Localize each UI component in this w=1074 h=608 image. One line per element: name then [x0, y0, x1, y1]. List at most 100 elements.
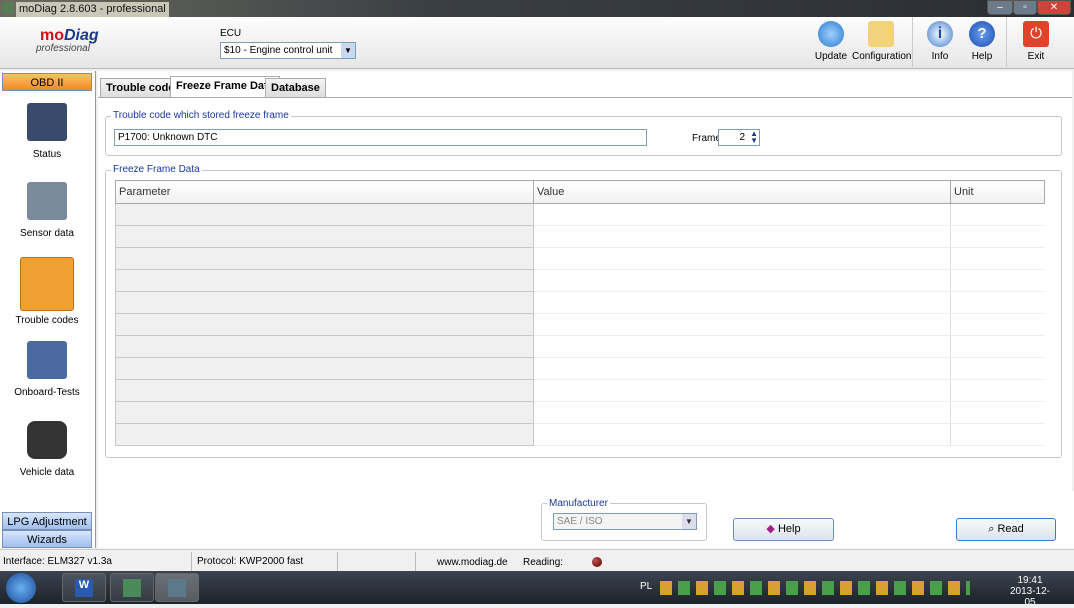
- frame-stepper[interactable]: 2 ▲ ▼: [718, 129, 760, 146]
- header: moDiag professional ECU $10 - Engine con…: [0, 17, 1074, 69]
- ecu-select[interactable]: $10 - Engine control unit ▼: [220, 42, 356, 59]
- table-row[interactable]: [115, 313, 1045, 336]
- trouble-code-field[interactable]: P1700: Unknown DTC: [114, 129, 647, 146]
- unit-cell: [950, 357, 1045, 380]
- info-icon: i: [927, 21, 953, 47]
- status-protocol: Protocol: KWP2000 fast: [194, 552, 338, 571]
- taskbar-word[interactable]: W: [62, 573, 106, 602]
- word-icon: W: [75, 579, 93, 597]
- sidebar-item-trouble-codes[interactable]: Trouble codes: [2, 257, 92, 326]
- app-icon: [2, 2, 14, 14]
- sidebar-wizards[interactable]: Wizards: [2, 530, 92, 548]
- configuration-button[interactable]: Configuration: [852, 21, 912, 62]
- sidebar-header-obd2[interactable]: OBD II: [2, 73, 92, 91]
- freeze-frame-table: Parameter Value Unit: [115, 180, 1045, 446]
- manufacturer-select[interactable]: SAE / ISO ▼: [553, 513, 697, 530]
- table-row[interactable]: [115, 247, 1045, 270]
- table-row[interactable]: [115, 379, 1045, 402]
- table-row[interactable]: [115, 335, 1045, 358]
- sidebar-lpg-adjustment[interactable]: LPG Adjustment: [2, 512, 92, 530]
- clock[interactable]: 19:41 2013-12-05: [1008, 575, 1052, 608]
- help-label: Help: [971, 51, 993, 62]
- parameter-cell: [115, 225, 534, 248]
- unit-cell: [950, 379, 1045, 402]
- parameter-cell: [115, 269, 534, 292]
- table-row[interactable]: [115, 423, 1045, 446]
- computer-icon: [123, 579, 141, 597]
- value-cell: [533, 423, 951, 446]
- table-row[interactable]: [115, 269, 1045, 292]
- tab-freeze-frame-data[interactable]: Freeze Frame Data: [170, 76, 280, 97]
- power-icon: ⏻: [1023, 21, 1049, 47]
- parameter-cell: [115, 203, 534, 226]
- manufacturer-value: SAE / ISO: [557, 516, 603, 527]
- sidebar-item-vehicle-data[interactable]: Vehicle data: [2, 421, 92, 478]
- parameter-cell: [115, 401, 534, 424]
- parameter-cell: [115, 357, 534, 380]
- spin-arrows-icon[interactable]: ▲ ▼: [750, 130, 758, 145]
- close-button[interactable]: ✕: [1037, 0, 1071, 15]
- status-bar: Interface: ELM327 v1.3a Protocol: KWP200…: [0, 549, 1074, 571]
- column-header-value[interactable]: Value: [533, 180, 951, 204]
- unit-cell: [950, 291, 1045, 314]
- title-bar: moDiag 2.8.603 - professional – ▫ ✕: [0, 0, 1074, 17]
- value-cell: [533, 291, 951, 314]
- sidebar-item-label: Trouble codes: [15, 315, 79, 326]
- table-row[interactable]: [115, 291, 1045, 314]
- tab-database[interactable]: Database: [265, 78, 326, 98]
- sidebar-item-sensor-data[interactable]: Sensor data: [2, 182, 92, 239]
- bottom-panel: Manufacturer SAE / ISO ▼ ◆ Help ⌕ Read: [98, 491, 1074, 548]
- value-cell: [533, 203, 951, 226]
- clock-date: 2013-12-05: [1009, 586, 1051, 608]
- sidebar-item-onboard-tests[interactable]: Onboard-Tests: [2, 341, 92, 398]
- frame-label: Frame: [692, 133, 721, 144]
- status-empty: [340, 552, 416, 571]
- column-header-unit[interactable]: Unit: [950, 180, 1045, 204]
- sidebar-item-label: Sensor data: [20, 228, 74, 239]
- configuration-label: Configuration: [852, 51, 912, 62]
- value-cell: [533, 357, 951, 380]
- maximize-button[interactable]: ▫: [1013, 0, 1037, 15]
- search-icon: ⌕: [988, 523, 995, 535]
- modiag-icon: [168, 579, 186, 597]
- unit-cell: [950, 335, 1045, 358]
- unit-cell: [950, 269, 1045, 292]
- info-label: Info: [931, 51, 949, 62]
- value-cell: [533, 313, 951, 336]
- table-row[interactable]: [115, 401, 1045, 424]
- table-row[interactable]: [115, 203, 1045, 226]
- column-header-parameter[interactable]: Parameter: [115, 180, 534, 204]
- unit-cell: [950, 247, 1045, 270]
- value-cell: [533, 379, 951, 402]
- sidebar-item-status[interactable]: Status: [2, 103, 92, 160]
- sidebar: OBD II Status Sensor data Trouble codes …: [0, 71, 96, 548]
- help-button[interactable]: ◆ Help: [733, 518, 834, 541]
- value-cell: [533, 335, 951, 358]
- logo-edition: professional: [36, 43, 90, 54]
- table-row[interactable]: [115, 357, 1045, 380]
- status-website[interactable]: www.modiag.de: [437, 553, 508, 572]
- unit-cell: [950, 313, 1045, 336]
- taskbar-app[interactable]: [110, 573, 154, 602]
- sidebar-item-label: Vehicle data: [19, 467, 75, 478]
- minimize-button[interactable]: –: [987, 0, 1013, 15]
- system-tray-icons[interactable]: [660, 581, 970, 595]
- sensor-icon: [27, 182, 67, 220]
- unit-cell: [950, 423, 1045, 446]
- help-book-icon: ◆: [766, 523, 775, 535]
- typewriter-icon: [27, 421, 67, 459]
- table-row[interactable]: [115, 225, 1045, 248]
- taskbar-modiag[interactable]: [155, 573, 199, 602]
- language-indicator[interactable]: PL: [640, 581, 652, 592]
- exit-button[interactable]: ⏻ Exit: [1011, 21, 1061, 62]
- help-button-label: Help: [777, 523, 801, 535]
- start-button[interactable]: [6, 573, 36, 603]
- update-button[interactable]: Update: [806, 21, 856, 62]
- freeze-frame-group-title: Freeze Frame Data: [111, 164, 202, 175]
- read-button[interactable]: ⌕ Read: [956, 518, 1056, 541]
- sidebar-item-label: Status: [32, 149, 62, 160]
- help-toolbar-button[interactable]: ? Help: [957, 21, 1007, 62]
- clock-time: 19:41: [1017, 575, 1043, 586]
- ecu-value: $10 - Engine control unit: [224, 45, 333, 56]
- tab-divider: [98, 97, 1072, 98]
